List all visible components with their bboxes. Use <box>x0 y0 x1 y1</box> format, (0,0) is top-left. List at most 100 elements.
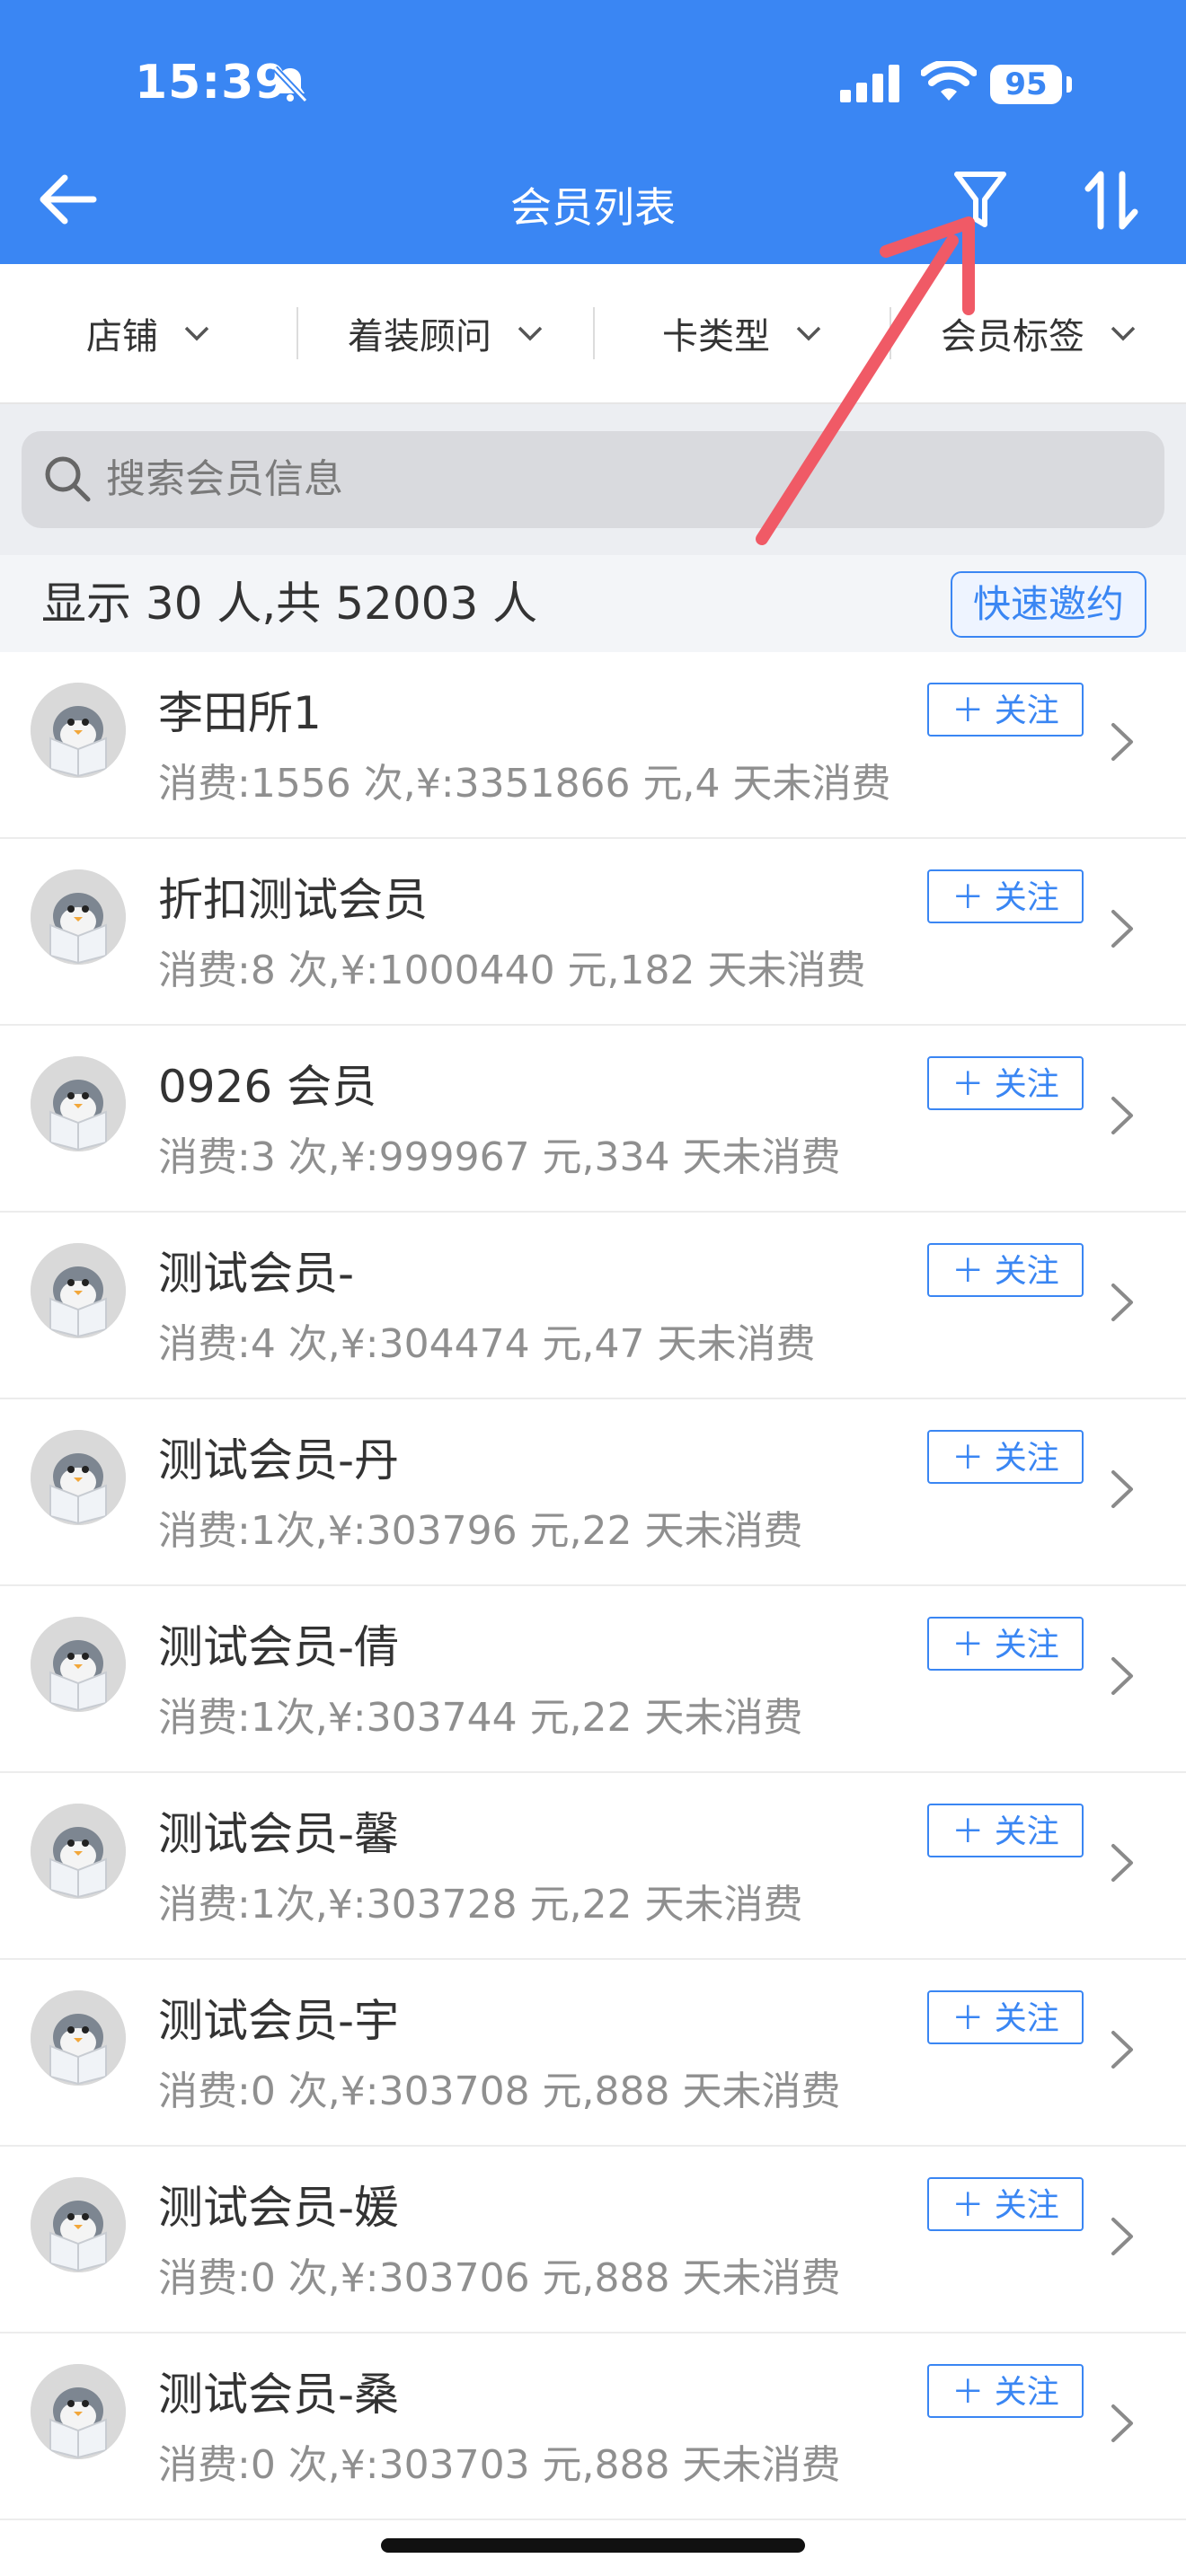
filter-bar: 店铺 着装顾问 卡类型 会员标签 <box>0 264 1186 404</box>
list-item[interactable]: 测试会员-媛 消费:0 次,¥:303706 元,888 天未消费 ＋ 关注 <box>0 2147 1186 2333</box>
member-stats: 消费:1次,¥:303728 元,22 天未消费 <box>158 1882 803 1928</box>
search-icon <box>45 456 91 502</box>
member-stats: 消费:0 次,¥:303706 元,888 天未消费 <box>158 2255 841 2301</box>
sort-icon[interactable] <box>1083 169 1140 232</box>
battery-icon: 95 <box>990 65 1062 104</box>
status-time: 15:39 <box>135 56 288 110</box>
follow-button[interactable]: ＋ 关注 <box>927 683 1084 737</box>
filter-member-tag-label: 会员标签 <box>941 316 1084 357</box>
filter-store-label: 店铺 <box>86 316 158 357</box>
filter-card-type[interactable]: 卡类型 <box>595 264 890 402</box>
follow-button[interactable]: ＋ 关注 <box>927 1430 1084 1484</box>
member-stats: 消费:0 次,¥:303703 元,888 天未消费 <box>158 2442 841 2488</box>
plus-icon: ＋ <box>951 2000 985 2037</box>
chevron-right-icon <box>1111 1284 1133 1321</box>
penguin-avatar-icon <box>31 869 126 965</box>
member-name: 李田所1 <box>158 687 322 739</box>
home-indicator <box>381 2538 805 2553</box>
search-placeholder: 搜索会员信息 <box>106 456 343 502</box>
penguin-avatar-icon <box>31 683 126 778</box>
follow-button[interactable]: ＋ 关注 <box>927 1804 1084 1857</box>
filter-member-tag[interactable]: 会员标签 <box>891 264 1186 402</box>
list-item[interactable]: 测试会员-馨 消费:1次,¥:303728 元,22 天未消费 ＋ 关注 <box>0 1773 1186 1960</box>
member-name: 测试会员-桑 <box>158 2369 400 2421</box>
filter-card-type-label: 卡类型 <box>662 316 770 357</box>
penguin-avatar-icon <box>31 1617 126 1712</box>
penguin-avatar-icon <box>31 2364 126 2459</box>
member-name: 测试会员-倩 <box>158 1621 400 1673</box>
list-item[interactable]: 测试会员-宇 消费:0 次,¥:303708 元,888 天未消费 ＋ 关注 <box>0 1960 1186 2147</box>
list-item[interactable]: 测试会员- 消费:4 次,¥:304474 元,47 天未消费 ＋ 关注 <box>0 1213 1186 1399</box>
member-stats: 消费:1556 次,¥:3351866 元,4 天未消费 <box>158 761 891 807</box>
filter-store[interactable]: 店铺 <box>0 264 296 402</box>
chevron-right-icon <box>1111 1097 1133 1134</box>
top-bar: 15:39 95 会员列表 <box>0 0 1186 264</box>
member-name: 0926 会员 <box>158 1061 377 1113</box>
member-name: 测试会员- <box>158 1248 355 1300</box>
mute-bell-icon <box>272 66 308 103</box>
follow-label: 关注 <box>994 2374 1059 2411</box>
follow-label: 关注 <box>994 2000 1059 2037</box>
list-item[interactable]: 折扣测试会员 消费:8 次,¥:1000440 元,182 天未消费 ＋ 关注 <box>0 839 1186 1026</box>
member-name: 测试会员-宇 <box>158 1995 400 2047</box>
chevron-down-icon <box>184 326 209 341</box>
plus-icon: ＋ <box>951 2187 985 2224</box>
follow-button[interactable]: ＋ 关注 <box>927 1243 1084 1297</box>
search-input[interactable]: 搜索会员信息 <box>22 431 1164 528</box>
penguin-avatar-icon <box>31 1243 126 1338</box>
chevron-right-icon <box>1111 1844 1133 1882</box>
chevron-right-icon <box>1111 2404 1133 2442</box>
follow-button[interactable]: ＋ 关注 <box>927 2364 1084 2418</box>
page-title: 会员列表 <box>510 183 676 232</box>
filter-stylist-label: 着装顾问 <box>348 316 491 357</box>
plus-icon: ＋ <box>951 1813 985 1850</box>
plus-icon: ＋ <box>951 693 985 729</box>
chevron-right-icon <box>1111 723 1133 761</box>
battery-nub <box>1067 76 1072 93</box>
list-item[interactable]: 测试会员-丹 消费:1次,¥:303796 元,22 天未消费 ＋ 关注 <box>0 1399 1186 1586</box>
chevron-right-icon <box>1111 1470 1133 1508</box>
chevron-down-icon <box>1111 326 1136 341</box>
member-stats: 消费:4 次,¥:304474 元,47 天未消费 <box>158 1321 816 1367</box>
plus-icon: ＋ <box>951 879 985 916</box>
signal-icon <box>840 65 899 102</box>
follow-button[interactable]: ＋ 关注 <box>927 869 1084 923</box>
list-item[interactable]: 0926 会员 消费:3 次,¥:999967 元,334 天未消费 ＋ 关注 <box>0 1026 1186 1213</box>
list-item[interactable]: 李田所1 消费:1556 次,¥:3351866 元,4 天未消费 ＋ 关注 <box>0 652 1186 839</box>
chevron-right-icon <box>1111 2218 1133 2255</box>
chevron-right-icon <box>1111 2031 1133 2069</box>
follow-label: 关注 <box>994 1627 1059 1663</box>
member-name: 折扣测试会员 <box>158 874 428 926</box>
follow-label: 关注 <box>994 879 1059 916</box>
follow-button[interactable]: ＋ 关注 <box>927 1056 1084 1110</box>
plus-icon: ＋ <box>951 1066 985 1103</box>
member-stats: 消费:8 次,¥:1000440 元,182 天未消费 <box>158 948 866 993</box>
list-item[interactable]: 测试会员-桑 消费:0 次,¥:303703 元,888 天未消费 ＋ 关注 <box>0 2333 1186 2520</box>
chevron-right-icon <box>1111 910 1133 948</box>
member-stats: 消费:1次,¥:303744 元,22 天未消费 <box>158 1695 803 1741</box>
filter-icon[interactable] <box>952 169 1008 232</box>
plus-icon: ＋ <box>951 1627 985 1663</box>
follow-button[interactable]: ＋ 关注 <box>927 1617 1084 1671</box>
chevron-right-icon <box>1111 1657 1133 1695</box>
filter-stylist[interactable]: 着装顾问 <box>298 264 593 402</box>
penguin-avatar-icon <box>31 1990 126 2086</box>
follow-button[interactable]: ＋ 关注 <box>927 1990 1084 2044</box>
chevron-down-icon <box>796 326 821 341</box>
member-count-text: 显示 30 人,共 52003 人 <box>41 578 538 630</box>
chevron-down-icon <box>518 326 543 341</box>
plus-icon: ＋ <box>951 2374 985 2411</box>
follow-label: 关注 <box>994 1066 1059 1103</box>
follow-button[interactable]: ＋ 关注 <box>927 2177 1084 2231</box>
search-area: 搜索会员信息 <box>0 404 1186 555</box>
member-list: 李田所1 消费:1556 次,¥:3351866 元,4 天未消费 ＋ 关注 折… <box>0 652 1186 2520</box>
penguin-avatar-icon <box>31 1430 126 1525</box>
quick-invite-button[interactable]: 快速邀约 <box>951 571 1146 638</box>
member-stats: 消费:3 次,¥:999967 元,334 天未消费 <box>158 1134 841 1180</box>
list-item[interactable]: 测试会员-倩 消费:1次,¥:303744 元,22 天未消费 ＋ 关注 <box>0 1586 1186 1773</box>
follow-label: 关注 <box>994 1440 1059 1477</box>
member-stats: 消费:0 次,¥:303708 元,888 天未消费 <box>158 2069 841 2114</box>
member-stats: 消费:1次,¥:303796 元,22 天未消费 <box>158 1508 803 1554</box>
follow-label: 关注 <box>994 2187 1059 2224</box>
summary-bar: 显示 30 人,共 52003 人 快速邀约 <box>0 555 1186 652</box>
